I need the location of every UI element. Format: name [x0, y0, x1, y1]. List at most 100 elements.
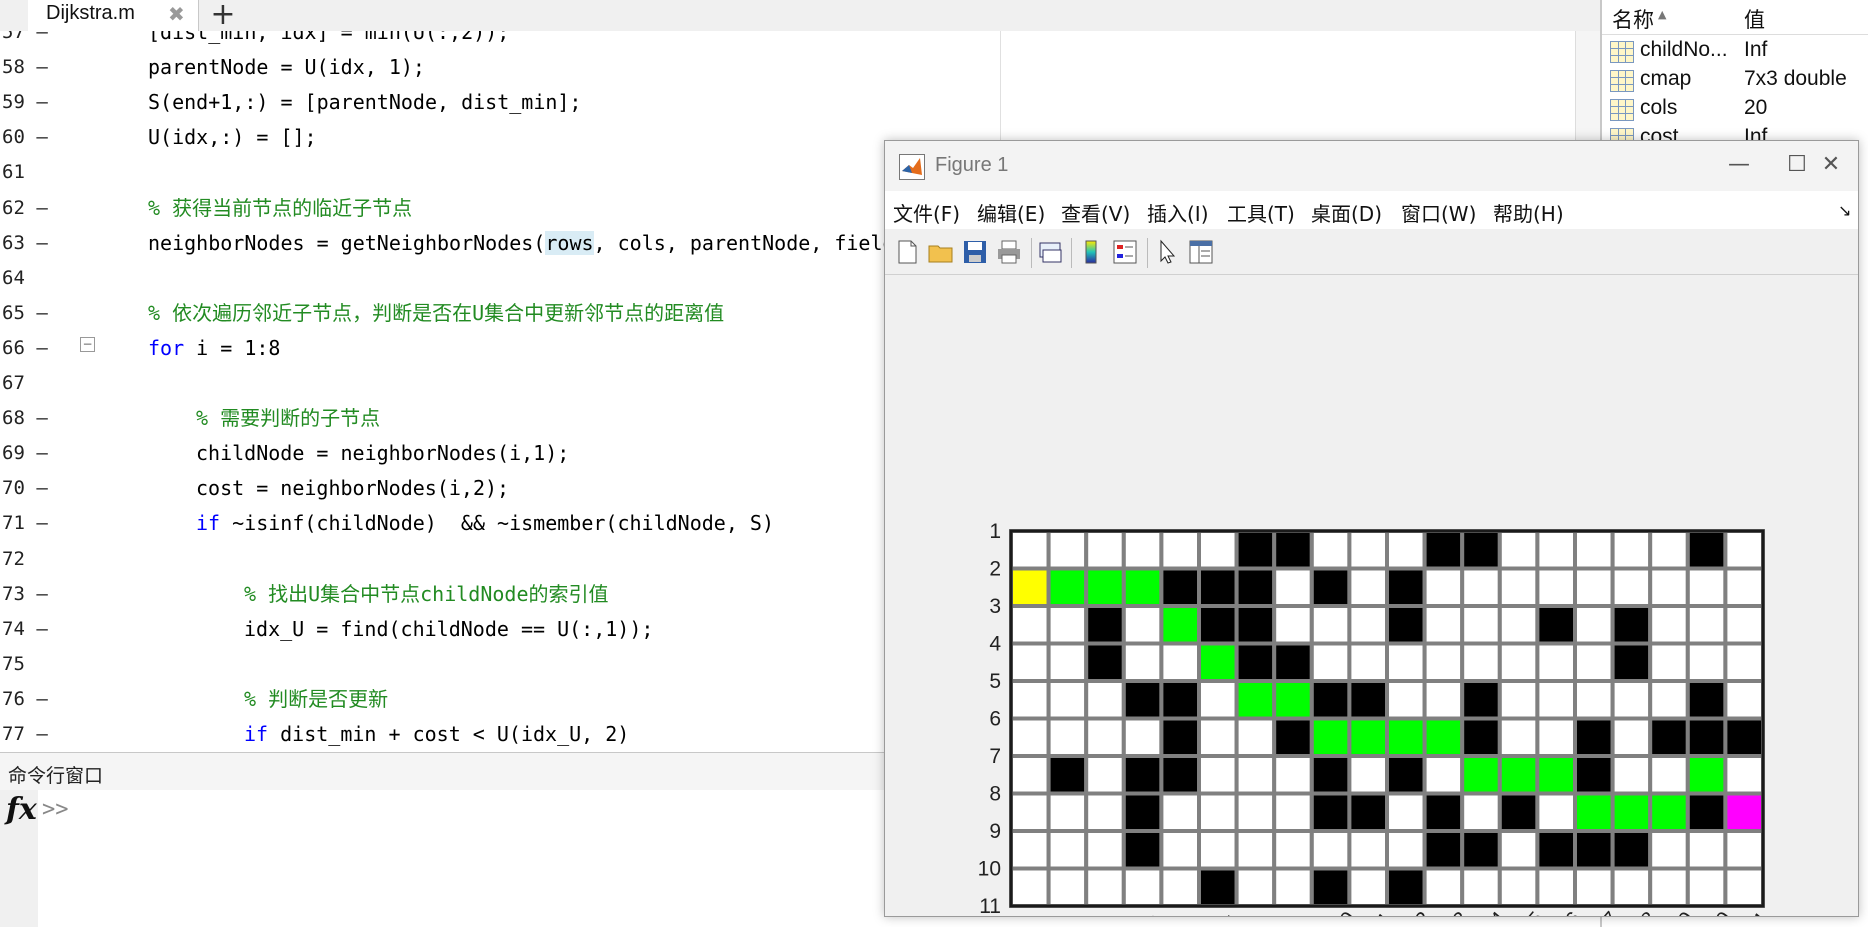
column-header-name[interactable]: 名称	[1612, 4, 1654, 34]
grid-cell	[1573, 866, 1615, 908]
y-tick-label: 8	[989, 783, 1001, 806]
line-number: 70 —	[2, 477, 48, 500]
tab-dijkstra[interactable]: Dijkstra.m ✖	[28, 0, 199, 31]
grid-map-plot[interactable]: 1234567891011123456789101112131415161718…	[885, 275, 1858, 927]
grid-cell	[1535, 679, 1578, 721]
grid-cell	[1197, 866, 1239, 908]
grid-cell	[1685, 754, 1728, 796]
grid-cell	[1723, 754, 1766, 796]
line-number-gutter: 57 — 58 — 59 — 60 — 61 62 — 63 — 64 65 — 66 — 67 68…	[0, 31, 56, 752]
grid-cell	[1460, 679, 1502, 721]
workspace-variable-row[interactable]: cmap 7x3 double	[1602, 66, 1868, 95]
colorbar-icon[interactable]	[1077, 238, 1105, 266]
toolbar-separator	[1147, 238, 1148, 268]
plot-area: 1234567891011123456789101112131415161718…	[885, 275, 1858, 927]
grid-cell	[1084, 604, 1126, 646]
grid-cell	[1573, 679, 1615, 721]
grid-cell	[1309, 604, 1352, 646]
line-number: 65 —	[2, 301, 48, 324]
grid-cell	[1009, 529, 1051, 571]
grid-cell	[1234, 791, 1277, 833]
grid-cell	[1046, 791, 1089, 833]
code-line: % 依次遍历邻近子节点，判断是否在U集合中更新邻节点的距离值	[148, 300, 725, 325]
grid-cell	[1347, 716, 1389, 758]
grid-cell	[1723, 716, 1766, 758]
grid-cell	[1159, 529, 1201, 571]
code-line: % 判断是否更新	[244, 686, 389, 711]
close-icon[interactable]: ✕	[1811, 147, 1851, 183]
property-editor-icon[interactable]	[1187, 238, 1215, 266]
grid-cell	[1234, 829, 1277, 871]
save-icon[interactable]	[961, 238, 989, 266]
close-icon[interactable]: ✖	[168, 2, 185, 26]
grid-cell	[1159, 791, 1201, 833]
grid-cell	[1723, 641, 1766, 683]
grid-cell	[1535, 791, 1578, 833]
y-tick-label: 3	[989, 595, 1001, 618]
grid-cell	[1610, 829, 1653, 871]
grid-cell	[1460, 604, 1502, 646]
menu-tools[interactable]: 工具(T)	[1227, 198, 1295, 227]
grid-cell	[1272, 829, 1314, 871]
fold-toggle-icon[interactable]: −	[80, 337, 95, 352]
x-tick-label: 19	[1667, 907, 1700, 916]
menu-view[interactable]: 查看(V)	[1061, 198, 1130, 227]
workspace-variable-row[interactable]: childNo... Inf	[1602, 37, 1868, 66]
grid-cell	[1535, 716, 1578, 758]
x-tick-label: 12	[1403, 907, 1436, 916]
grid-cell	[1573, 604, 1615, 646]
menu-insert[interactable]: 插入(I)	[1147, 198, 1209, 227]
grid-cell	[1460, 716, 1502, 758]
line-number: 59 —	[2, 91, 48, 114]
grid-cell	[1422, 679, 1465, 721]
workspace-variable-row[interactable]: cols 20	[1602, 95, 1868, 124]
grid-cell	[1385, 866, 1427, 908]
link-plot-icon[interactable]	[1037, 238, 1065, 266]
grid-cell	[1197, 754, 1239, 796]
column-header-value[interactable]: 值	[1744, 4, 1765, 34]
grid-cell	[1723, 679, 1766, 721]
grid-cell	[1046, 866, 1089, 908]
dock-arrow-icon[interactable]: ↘	[1838, 201, 1851, 220]
legend-icon[interactable]	[1111, 238, 1139, 266]
x-tick-label: 16	[1554, 907, 1587, 916]
grid-cell	[1723, 866, 1766, 908]
function-browser-icon[interactable]: fx	[6, 792, 37, 827]
command-prompt[interactable]: >>	[42, 797, 69, 822]
grid-cell	[1197, 679, 1239, 721]
tab-title: Dijkstra.m	[46, 2, 135, 24]
menu-window[interactable]: 窗口(W)	[1401, 198, 1476, 227]
grid-cell	[1121, 566, 1164, 608]
line-number: 61	[2, 161, 25, 184]
new-figure-icon[interactable]	[893, 238, 921, 266]
grid-cell	[1084, 566, 1126, 608]
grid-cell	[1685, 529, 1728, 571]
menu-desktop[interactable]: 桌面(D)	[1311, 198, 1382, 227]
menu-edit[interactable]: 编辑(E)	[977, 198, 1045, 227]
print-icon[interactable]	[995, 238, 1023, 266]
add-tab-button[interactable]: +	[200, 0, 246, 32]
grid-cell	[1460, 529, 1502, 571]
line-number: 68 —	[2, 407, 48, 430]
menu-file[interactable]: 文件(F)	[893, 198, 960, 227]
pointer-icon[interactable]	[1153, 238, 1181, 266]
open-folder-icon[interactable]	[927, 238, 955, 266]
grid-cell	[1685, 604, 1728, 646]
highlighted-variable: rows	[545, 230, 594, 255]
code-text: dist_min + cost < U(idx_U, 2)	[268, 722, 630, 746]
menu-help[interactable]: 帮助(H)	[1493, 198, 1564, 227]
grid-cell	[1009, 716, 1051, 758]
line-number: 73 —	[2, 582, 48, 605]
line-number: 62 —	[2, 196, 48, 219]
grid-cell	[1573, 566, 1615, 608]
grid-cell	[1422, 754, 1465, 796]
workspace-header: 名称 ▲ 值	[1602, 0, 1868, 35]
minimize-icon[interactable]: —	[1719, 147, 1759, 183]
line-number: 72	[2, 547, 25, 570]
x-tick-label: 3	[1069, 912, 1094, 916]
grid-cell	[1648, 529, 1690, 571]
code-line: idx_U = find(childNode == U(:,1));	[244, 616, 654, 641]
code-line: % 需要判断的子节点	[196, 406, 381, 431]
x-tick-label: 13	[1441, 907, 1474, 916]
x-tick-label: 9	[1294, 912, 1319, 916]
